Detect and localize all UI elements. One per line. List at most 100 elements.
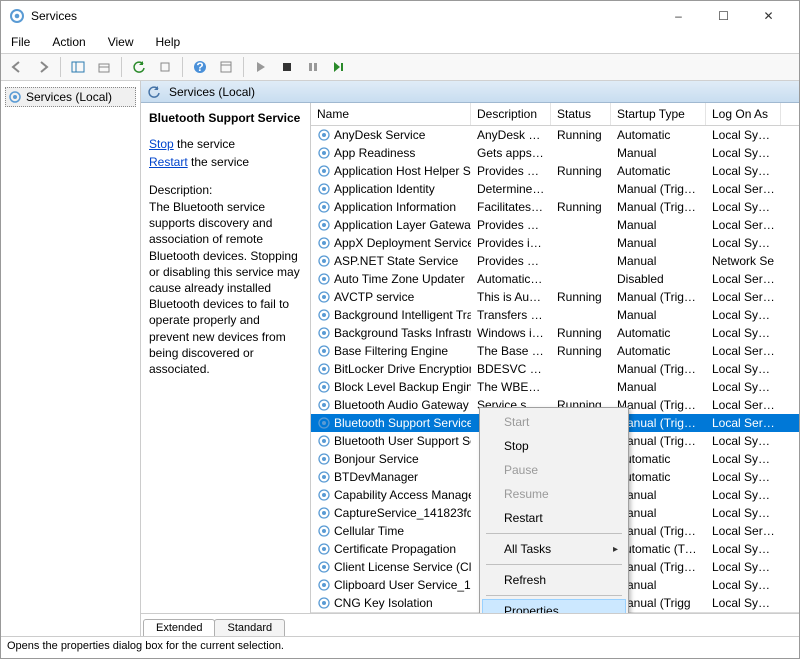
close-button[interactable]: ✕ — [746, 2, 791, 30]
ctx-restart[interactable]: Restart — [482, 506, 626, 530]
col-status[interactable]: Status — [551, 103, 611, 125]
svc-status — [551, 386, 611, 388]
minimize-button[interactable]: – — [656, 2, 701, 30]
gear-icon — [317, 218, 331, 232]
help-button[interactable]: ? — [188, 55, 212, 79]
svc-status: Running — [551, 163, 611, 179]
svc-status: Running — [551, 289, 611, 305]
selected-service-name: Bluetooth Support Service — [149, 111, 302, 125]
ctx-pause[interactable]: Pause — [482, 458, 626, 482]
table-row[interactable]: Background Tasks Infrastruc…Windows inf…… — [311, 324, 799, 342]
svc-name: Bluetooth Audio Gateway Se… — [334, 398, 471, 412]
gear-icon — [317, 200, 331, 214]
ctx-all-tasks[interactable]: All Tasks — [482, 537, 626, 561]
ctx-resume[interactable]: Resume — [482, 482, 626, 506]
svc-logon: Local Syster — [706, 379, 781, 395]
restart-link[interactable]: Restart — [149, 155, 188, 169]
table-row[interactable]: Block Level Backup Engine S…The WBENGI…M… — [311, 378, 799, 396]
menu-file[interactable]: File — [7, 33, 34, 51]
table-row[interactable]: App ReadinessGets apps re…ManualLocal Sy… — [311, 144, 799, 162]
ctx-start[interactable]: Start — [482, 410, 626, 434]
svc-startup: Manual (Trigg… — [611, 289, 706, 305]
svc-logon: Local Syster — [706, 469, 781, 485]
tab-standard[interactable]: Standard — [214, 619, 285, 636]
pause-service-button[interactable] — [301, 55, 325, 79]
tree-item-services-local[interactable]: Services (Local) — [5, 87, 136, 107]
gear-icon — [317, 596, 331, 610]
svc-status: Running — [551, 343, 611, 359]
export-button[interactable] — [153, 55, 177, 79]
menu-bar: File Action View Help — [1, 31, 799, 53]
forward-button[interactable] — [31, 55, 55, 79]
svc-startup: Disabled — [611, 271, 706, 287]
table-row[interactable]: Base Filtering EngineThe Base Filt…Runni… — [311, 342, 799, 360]
ctx-properties[interactable]: Properties — [482, 599, 626, 613]
stop-service-button[interactable] — [275, 55, 299, 79]
svc-name: AnyDesk Service — [334, 128, 425, 142]
svc-name: CNG Key Isolation — [334, 596, 433, 610]
table-row[interactable]: AppX Deployment Service (A…Provides infr… — [311, 234, 799, 252]
table-row[interactable]: AVCTP serviceThis is Audio…RunningManual… — [311, 288, 799, 306]
svc-name: Certificate Propagation — [334, 542, 456, 556]
table-row[interactable]: Application Layer Gateway S…Provides sup… — [311, 216, 799, 234]
properties-button[interactable] — [214, 55, 238, 79]
svc-status: Running — [551, 325, 611, 341]
back-button[interactable] — [5, 55, 29, 79]
gear-icon — [317, 470, 331, 484]
svc-logon: Local Syster — [706, 307, 781, 323]
export-list-button[interactable] — [92, 55, 116, 79]
table-row[interactable]: Application Host Helper Serv…Provides ad… — [311, 162, 799, 180]
ctx-stop[interactable]: Stop — [482, 434, 626, 458]
table-row[interactable]: Auto Time Zone UpdaterAutomaticall…Disab… — [311, 270, 799, 288]
refresh-button[interactable] — [127, 55, 151, 79]
gear-icon — [317, 236, 331, 250]
col-name[interactable]: Name — [311, 103, 471, 125]
refresh-icon[interactable] — [147, 85, 161, 99]
svc-name: Application Information — [334, 200, 456, 214]
svc-logon: Local Servic — [706, 523, 781, 539]
table-row[interactable]: Application InformationFacilitates th…Ru… — [311, 198, 799, 216]
col-description[interactable]: Description — [471, 103, 551, 125]
gear-icon — [317, 578, 331, 592]
show-hide-tree-button[interactable] — [66, 55, 90, 79]
gear-icon — [317, 128, 331, 142]
svc-logon: Local Syster — [706, 595, 781, 611]
svc-startup: Automatic — [611, 127, 706, 143]
maximize-button[interactable]: ☐ — [701, 2, 746, 30]
gear-icon — [317, 434, 331, 448]
svc-logon: Local Syster — [706, 127, 781, 143]
menu-action[interactable]: Action — [48, 33, 89, 51]
gear-icon — [317, 380, 331, 394]
svc-name: App Readiness — [334, 146, 415, 160]
table-row[interactable]: Application IdentityDetermines …Manual (… — [311, 180, 799, 198]
svc-startup: Automatic — [611, 163, 706, 179]
svc-logon: Local Syster — [706, 325, 781, 341]
right-pane-header: Services (Local) — [141, 81, 799, 103]
table-row[interactable]: BitLocker Drive Encryption S…BDESVC hos…… — [311, 360, 799, 378]
svc-logon: Local Syster — [706, 577, 781, 593]
title-bar: Services – ☐ ✕ — [1, 1, 799, 31]
gear-icon — [317, 308, 331, 322]
start-service-button[interactable] — [249, 55, 273, 79]
restart-service-button[interactable] — [327, 55, 351, 79]
toolbar: ? — [1, 53, 799, 81]
gear-icon — [317, 182, 331, 196]
table-row[interactable]: AnyDesk ServiceAnyDesk su…RunningAutomat… — [311, 126, 799, 144]
context-menu: Start Stop Pause Resume Restart All Task… — [479, 407, 629, 613]
menu-view[interactable]: View — [104, 33, 138, 51]
svc-name: Application Host Helper Serv… — [334, 164, 471, 178]
stop-link[interactable]: Stop — [149, 137, 174, 151]
svc-logon: Local Servic — [706, 181, 781, 197]
table-row[interactable]: ASP.NET State ServiceProvides sup…Manual… — [311, 252, 799, 270]
svc-desc: AnyDesk su… — [471, 127, 551, 143]
ctx-refresh[interactable]: Refresh — [482, 568, 626, 592]
svc-startup: Automatic — [611, 325, 706, 341]
table-row[interactable]: Background Intelligent Tran…Transfers fi… — [311, 306, 799, 324]
col-logon[interactable]: Log On As — [706, 103, 781, 125]
svc-startup: Automatic — [611, 343, 706, 359]
gear-icon — [317, 542, 331, 556]
tab-extended[interactable]: Extended — [143, 619, 215, 636]
menu-help[interactable]: Help — [152, 33, 185, 51]
col-startup[interactable]: Startup Type — [611, 103, 706, 125]
svc-status — [551, 152, 611, 154]
